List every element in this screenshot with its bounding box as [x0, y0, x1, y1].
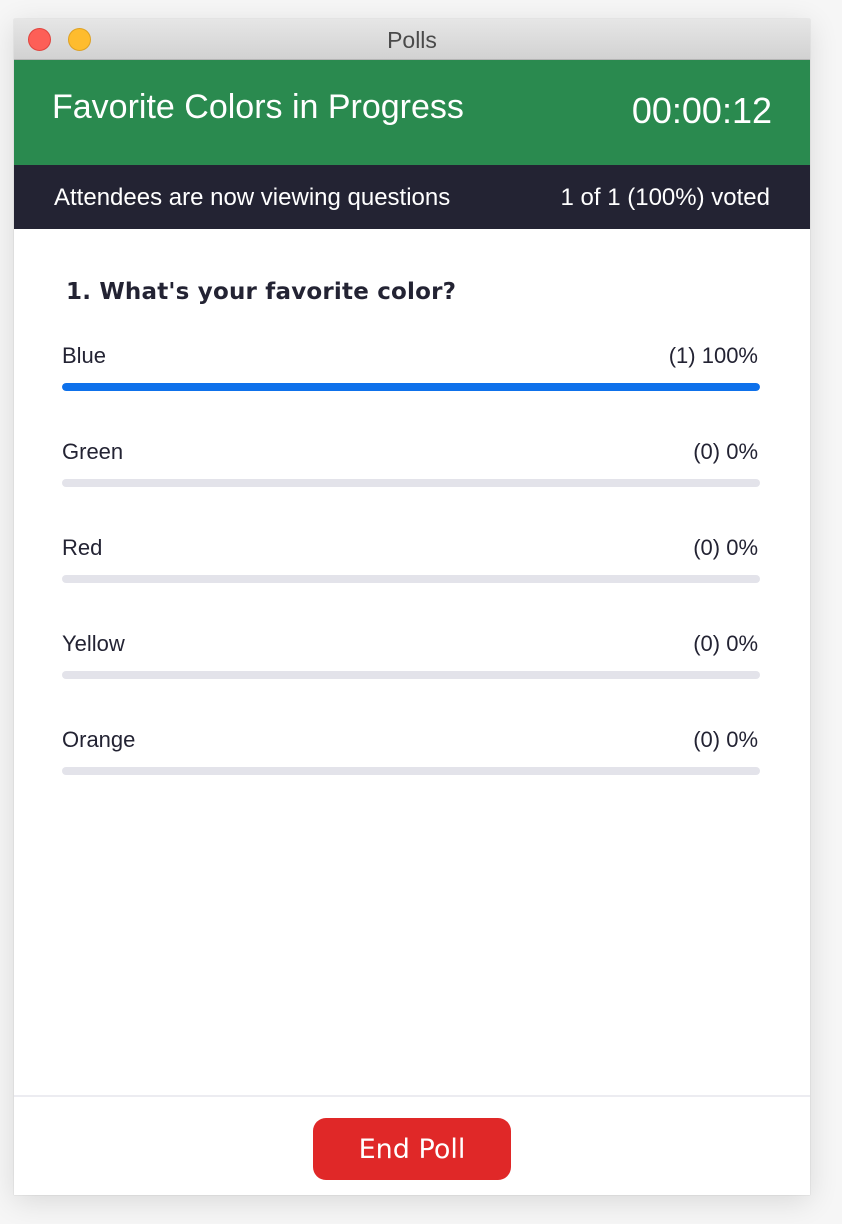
- result-bar-track: [62, 575, 760, 583]
- answer-row: Blue (1) 100%: [62, 343, 760, 403]
- window-title: Polls: [387, 27, 437, 53]
- poll-timer: 00:00:12: [631, 90, 772, 131]
- title-bar[interactable]: Polls: [14, 19, 810, 60]
- result-bar-track: [62, 383, 760, 391]
- end-poll-button[interactable]: End Poll: [313, 1118, 511, 1180]
- poll-title: Favorite Colors in Progress: [52, 88, 464, 126]
- answer-label: Blue: [62, 343, 107, 368]
- answer-result: (0) 0%: [693, 535, 758, 560]
- question-text: 1. What's your favorite color?: [66, 279, 457, 305]
- answer-result: (0) 0%: [693, 631, 758, 656]
- answer-label: Orange: [62, 727, 136, 752]
- polls-window: Polls Favorite Colors in Progress 00:00:…: [14, 19, 810, 1195]
- result-bar-track: [62, 479, 760, 487]
- answer-row: Yellow (0) 0%: [62, 631, 760, 691]
- answer-label: Green: [62, 439, 124, 464]
- answer-label: Yellow: [62, 631, 125, 656]
- answer-row: Orange (0) 0%: [62, 727, 760, 787]
- status-bar: Attendees are now viewing questions 1 of…: [14, 165, 810, 229]
- result-bar-track: [62, 767, 760, 775]
- result-bar-track: [62, 671, 760, 679]
- answer-result: (0) 0%: [693, 727, 758, 752]
- poll-header: Favorite Colors in Progress 00:00:12: [14, 60, 810, 165]
- answer-row: Green (0) 0%: [62, 439, 760, 499]
- answer-label: Red: [62, 535, 103, 560]
- answer-row: Red (0) 0%: [62, 535, 760, 595]
- status-message: Attendees are now viewing questions: [54, 184, 451, 211]
- footer-divider: [14, 1095, 810, 1097]
- answer-result: (1) 100%: [668, 343, 758, 368]
- answer-result: (0) 0%: [693, 439, 758, 464]
- vote-summary: 1 of 1 (100%) voted: [560, 184, 770, 211]
- result-bar-fill: [62, 383, 760, 391]
